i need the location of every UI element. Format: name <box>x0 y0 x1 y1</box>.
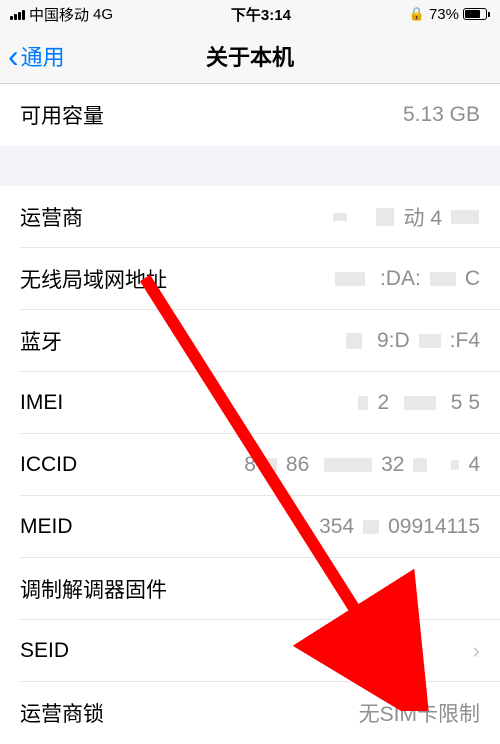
row-bluetooth[interactable]: 蓝牙 9:D:F4 <box>0 310 500 372</box>
row-value: 9:D:F4 <box>345 329 480 353</box>
back-label: 通用 <box>21 40 65 72</box>
row-value: 动 4 <box>332 202 480 232</box>
row-label: 运营商 <box>20 202 83 232</box>
row-label: 调制解调器固件 <box>20 574 167 604</box>
signal-bars-icon <box>10 8 25 20</box>
row-value: :DA:C <box>334 267 480 291</box>
row-label: 蓝牙 <box>20 326 62 356</box>
row-carrier-lock[interactable]: 运营商锁 无SIM卡限制 <box>0 682 500 744</box>
status-right: 🔒 73% <box>409 6 490 23</box>
section-storage: 可用容量 5.13 GB <box>0 84 500 146</box>
chevron-right-icon: › <box>473 638 480 664</box>
section-device-info: 运营商 动 4 无线局域网地址 :DA:C 蓝牙 9:D:F4 IMEI 2 5… <box>0 186 500 744</box>
chevron-left-icon: ‹ <box>8 40 19 72</box>
status-left: 中国移动 4G <box>10 4 113 25</box>
status-time: 下午3:14 <box>231 4 291 25</box>
nav-bar: ‹ 通用 关于本机 <box>0 28 500 84</box>
carrier-name: 中国移动 <box>29 4 89 25</box>
row-value: 无SIM卡限制 <box>359 698 480 728</box>
row-label: 运营商锁 <box>20 698 104 728</box>
battery-icon <box>463 8 490 20</box>
row-meid[interactable]: MEID 35409914115 <box>0 496 500 558</box>
row-value: › <box>465 638 480 664</box>
row-label: 无线局域网地址 <box>20 264 167 294</box>
row-wifi-mac[interactable]: 无线局域网地址 :DA:C <box>0 248 500 310</box>
row-seid[interactable]: SEID › <box>0 620 500 682</box>
row-label: 可用容量 <box>20 100 104 130</box>
row-value: 35409914115 <box>319 515 480 539</box>
back-button[interactable]: ‹ 通用 <box>0 40 65 72</box>
row-label: ICCID <box>20 453 77 477</box>
row-label: IMEI <box>20 391 63 415</box>
rotation-lock-icon: 🔒 <box>409 6 425 22</box>
status-bar: 中国移动 4G 下午3:14 🔒 73% <box>0 0 500 28</box>
row-label: SEID <box>20 639 69 663</box>
row-label: MEID <box>20 515 73 539</box>
row-value: 886 32 4 <box>244 453 480 477</box>
row-iccid[interactable]: ICCID 886 32 4 <box>0 434 500 496</box>
row-modem-firmware[interactable]: 调制解调器固件 <box>0 558 500 620</box>
network-type: 4G <box>93 6 113 23</box>
battery-percent: 73% <box>429 6 459 23</box>
row-value: 5.13 GB <box>403 103 480 127</box>
page-title: 关于本机 <box>206 40 294 72</box>
row-carrier[interactable]: 运营商 动 4 <box>0 186 500 248</box>
row-imei[interactable]: IMEI 2 5 5 <box>0 372 500 434</box>
row-available-capacity[interactable]: 可用容量 5.13 GB <box>0 84 500 146</box>
row-value: 2 5 5 <box>357 391 480 415</box>
